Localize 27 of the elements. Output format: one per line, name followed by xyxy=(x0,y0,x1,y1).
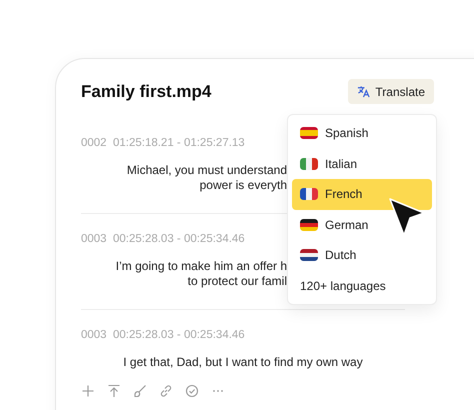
translate-button[interactable]: Translate xyxy=(348,79,434,104)
upload-icon[interactable] xyxy=(107,384,121,398)
check-circle-icon[interactable] xyxy=(185,384,199,398)
language-option[interactable]: German xyxy=(292,210,432,240)
link-icon[interactable] xyxy=(159,384,173,398)
subtitle-text: I’m going to make him an offer h xyxy=(116,259,287,273)
language-option[interactable]: Italian xyxy=(292,148,432,179)
timecode: 0003 00:25:28.03 - 00:25:34.46 xyxy=(81,329,245,341)
flag-icon xyxy=(300,127,318,140)
plus-icon[interactable] xyxy=(81,384,95,398)
flag-icon xyxy=(300,249,318,262)
timecode: 0002 01:25:18.21 - 01:25:27.13 xyxy=(81,137,245,149)
subtitle-text: I get that, Dad, but I want to find my own way xyxy=(123,355,363,369)
language-option[interactable]: Spanish xyxy=(292,118,432,148)
subtitle-text: to protect our famil xyxy=(188,274,287,288)
translate-icon xyxy=(357,85,370,98)
file-title: Family first.mp4 xyxy=(81,82,212,102)
subtitle-text: power is everyth xyxy=(200,178,287,192)
timecode: 0003 00:25:28.03 - 00:25:34.46 xyxy=(81,233,245,245)
brush-icon[interactable] xyxy=(133,384,147,398)
flag-icon xyxy=(300,188,318,200)
flag-icon xyxy=(300,218,318,231)
subtitle-text: Michael, you must understand xyxy=(126,163,287,177)
flag-icon xyxy=(300,158,318,170)
language-option[interactable]: Dutch xyxy=(292,240,432,270)
language-option[interactable]: 120+ languages xyxy=(292,270,432,301)
language-option[interactable]: French xyxy=(292,179,432,210)
